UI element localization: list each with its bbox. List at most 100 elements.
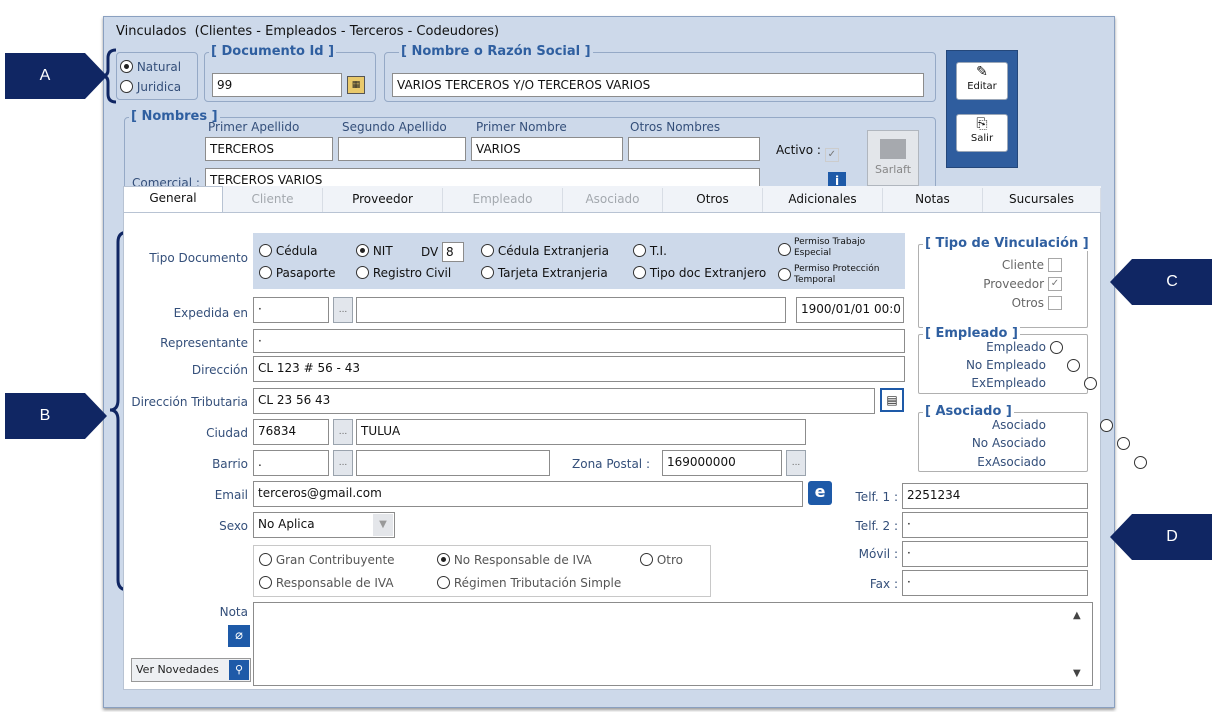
- radio-natural-circle[interactable]: [120, 60, 133, 73]
- otros-nombres-input[interactable]: [628, 137, 760, 161]
- expedida-code-input[interactable]: ·: [253, 297, 329, 323]
- nota-textarea[interactable]: [253, 602, 1093, 686]
- radio-cedula-extranjeria-circle[interactable]: [481, 244, 494, 257]
- radio-gran-contribuyente-circle[interactable]: [259, 553, 272, 566]
- radio-responsable-iva-circle[interactable]: [259, 576, 272, 589]
- documento-input[interactable]: 99: [212, 73, 342, 97]
- radio-tarjeta-extranjeria-circle[interactable]: [481, 266, 494, 279]
- representante-input[interactable]: ·: [253, 329, 905, 353]
- tab-notas[interactable]: Notas: [883, 188, 983, 212]
- permiso-trabajo-label: Permiso Trabajo Especial: [794, 237, 866, 258]
- ciudad-search-button[interactable]: ...: [333, 419, 353, 445]
- editar-button[interactable]: ✎ Editar: [956, 62, 1008, 100]
- zona-search-button[interactable]: ...: [786, 450, 806, 476]
- radio-natural[interactable]: Natural: [120, 60, 181, 74]
- radio-permiso-proteccion-circle[interactable]: [778, 268, 791, 281]
- radio-registro-civil[interactable]: Registro Civil: [356, 266, 451, 280]
- tab-cliente[interactable]: Cliente: [223, 188, 323, 212]
- attach-icon[interactable]: ⌀: [228, 625, 250, 647]
- primer-apellido-label: Primer Apellido: [208, 120, 300, 134]
- barrio-name-input[interactable]: [356, 450, 550, 476]
- fax-input[interactable]: ·: [902, 570, 1088, 596]
- radio-permiso-trabajo-circle[interactable]: [778, 243, 791, 256]
- vinculacion-cliente-checkbox[interactable]: [1048, 258, 1062, 272]
- tab-asociado[interactable]: Asociado: [563, 188, 663, 212]
- sarlaft-button[interactable]: Sarlaft: [867, 130, 919, 186]
- radio-no-asociado[interactable]: [1117, 437, 1131, 450]
- document-icon[interactable]: ▤: [880, 388, 904, 412]
- direccion-tributaria-input[interactable]: CL 23 56 43: [253, 388, 875, 414]
- radio-otro[interactable]: Otro: [640, 553, 683, 567]
- direccion-label: Dirección: [191, 363, 248, 377]
- tab-otros[interactable]: Otros: [663, 188, 763, 212]
- activo-checkbox[interactable]: ✓: [824, 148, 839, 162]
- primer-apellido-input[interactable]: TERCEROS: [205, 137, 333, 161]
- radio-nit[interactable]: NIT: [356, 244, 393, 258]
- radio-no-responsable-iva[interactable]: No Responsable de IVA: [437, 553, 592, 567]
- radio-tipo-doc-extranjero[interactable]: Tipo doc Extranjero: [633, 266, 766, 280]
- direccion-input[interactable]: CL 123 # 56 - 43: [253, 356, 905, 382]
- radio-empleado[interactable]: [1050, 341, 1063, 354]
- chevron-down-icon[interactable]: ▼: [373, 514, 393, 536]
- expedida-search-button[interactable]: ...: [333, 297, 353, 323]
- radio-tarjeta-extranjeria[interactable]: Tarjeta Extranjeria: [481, 266, 608, 280]
- radio-ti-circle[interactable]: [633, 244, 646, 257]
- email-label: Email: [214, 488, 248, 502]
- callout-a: A: [5, 53, 85, 99]
- radio-cedula-circle[interactable]: [259, 244, 272, 257]
- email-input[interactable]: terceros@gmail.com: [253, 481, 803, 507]
- movil-input[interactable]: ·: [902, 541, 1088, 567]
- radio-cedula-extranjeria[interactable]: Cédula Extranjeria: [481, 244, 609, 258]
- radio-registro-civil-circle[interactable]: [356, 266, 369, 279]
- radio-ti[interactable]: T.I.: [633, 244, 667, 258]
- radio-juridica-circle[interactable]: [120, 80, 133, 93]
- primer-nombre-input[interactable]: VARIOS: [471, 137, 623, 161]
- razon-social-input[interactable]: VARIOS TERCEROS Y/O TERCEROS VARIOS: [392, 73, 924, 97]
- ciudad-code-input[interactable]: 76834: [253, 419, 329, 445]
- tab-proveedor[interactable]: Proveedor: [323, 188, 443, 212]
- calculator-icon[interactable]: ▦: [347, 76, 365, 94]
- barrio-code-input[interactable]: .: [253, 450, 329, 476]
- fecha-input[interactable]: 1900/01/01 00:0: [796, 297, 904, 323]
- vinculacion-otros-checkbox[interactable]: [1048, 296, 1062, 310]
- ciudad-name-input[interactable]: TULUA: [356, 419, 806, 445]
- radio-nit-circle[interactable]: [356, 244, 369, 257]
- radio-gran-contribuyente[interactable]: Gran Contribuyente: [259, 553, 395, 567]
- tipo-documento-label: Tipo Documento: [149, 251, 248, 265]
- scroll-up-icon[interactable]: ▲: [1073, 610, 1081, 621]
- tab-adicionales[interactable]: Adicionales: [763, 188, 883, 212]
- radio-permiso-proteccion[interactable]: [778, 268, 791, 282]
- radio-exempleado[interactable]: [1083, 377, 1097, 390]
- radio-exasociado[interactable]: [1134, 456, 1148, 469]
- editar-label: Editar: [967, 81, 997, 92]
- radio-no-responsable-iva-circle[interactable]: [437, 553, 450, 566]
- dv-input[interactable]: 8: [442, 242, 464, 262]
- radio-tipo-doc-extranjero-circle[interactable]: [633, 266, 646, 279]
- vinculacion-proveedor-checkbox[interactable]: ✓: [1048, 277, 1062, 291]
- tab-empleado[interactable]: Empleado: [443, 188, 563, 212]
- sarlaft-icon: [880, 139, 906, 159]
- telf1-input[interactable]: 2251234: [902, 483, 1088, 509]
- segundo-apellido-input[interactable]: [338, 137, 466, 161]
- radio-regimen-simple[interactable]: Régimen Tributación Simple: [437, 576, 621, 590]
- radio-otro-circle[interactable]: [640, 553, 653, 566]
- radio-cedula[interactable]: Cédula: [259, 244, 318, 258]
- salir-button[interactable]: ⎘ Salir: [956, 114, 1008, 152]
- scroll-down-icon[interactable]: ▼: [1073, 668, 1081, 679]
- expedida-name-input[interactable]: [356, 297, 786, 323]
- radio-regimen-simple-circle[interactable]: [437, 576, 450, 589]
- radio-no-empleado[interactable]: [1066, 359, 1080, 372]
- radio-responsable-iva[interactable]: Responsable de IVA: [259, 576, 394, 590]
- salir-label: Salir: [970, 133, 994, 144]
- radio-juridica[interactable]: Juridica: [120, 80, 181, 94]
- radio-pasaporte-circle[interactable]: [259, 266, 272, 279]
- natural-label: Natural: [136, 60, 182, 74]
- radio-pasaporte[interactable]: Pasaporte: [259, 266, 335, 280]
- radio-permiso-trabajo[interactable]: [778, 243, 791, 257]
- barrio-search-button[interactable]: ...: [333, 450, 353, 476]
- zona-postal-input[interactable]: 169000000: [662, 450, 782, 476]
- tab-sucursales[interactable]: Sucursales: [983, 188, 1101, 212]
- telf2-input[interactable]: ·: [902, 512, 1088, 538]
- tab-general[interactable]: General: [123, 186, 223, 212]
- ver-novedades-button[interactable]: Ver Novedades ⚲: [131, 658, 251, 682]
